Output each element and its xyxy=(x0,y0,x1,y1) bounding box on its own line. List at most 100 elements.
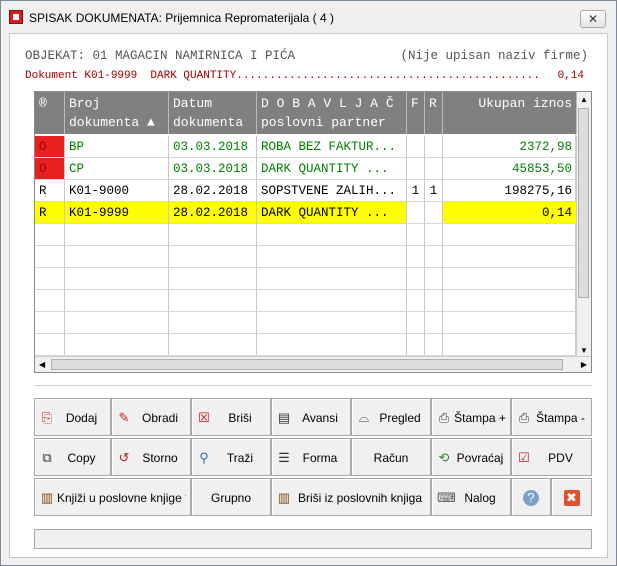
cell-broj: CP xyxy=(65,158,169,180)
grupno-button[interactable]: Grupno xyxy=(191,478,271,516)
cell-f xyxy=(407,158,425,180)
table-row[interactable]: R K01-9000 28.02.2018 SOPSTVENE ZALIH... 1 1 1… xyxy=(35,180,577,202)
forma-button[interactable]: ☰ Forma xyxy=(271,438,351,476)
cell-datum xyxy=(169,224,257,246)
button-label: Dodaj xyxy=(65,411,98,425)
avansi-button[interactable]: ▤ Avansi xyxy=(271,398,351,436)
button-label: Briši xyxy=(228,411,252,425)
documents-grid[interactable]: ▲ ▼ ◀ ▶ ® Broj dokumenta ▲ Datum dokumenta D … xyxy=(34,91,592,373)
column-header-r[interactable]: R xyxy=(425,92,443,134)
cell-f: 1 xyxy=(407,180,425,202)
cell-datum: 28.02.2018 xyxy=(169,202,257,224)
obradi-button[interactable]: ✎ Obradi xyxy=(111,398,191,436)
cell-f xyxy=(407,312,425,334)
cell-r xyxy=(425,224,443,246)
column-header-iznos[interactable]: Ukupan iznos xyxy=(443,92,577,134)
table-row-empty[interactable] xyxy=(35,246,577,268)
check-icon: ☑ xyxy=(518,450,530,465)
horizontal-scroll-thumb[interactable] xyxy=(51,359,563,370)
separator xyxy=(34,385,592,386)
cell-iznos xyxy=(443,334,577,356)
table-row[interactable]: R K01-9999 28.02.2018 DARK QUANTITY ... 0,14 xyxy=(35,202,577,224)
briši-button[interactable]: ☒ Briši xyxy=(191,398,271,436)
printer-icon: ⎙ xyxy=(438,410,450,425)
cell-iznos xyxy=(443,290,577,312)
glasses-icon: ⌓ xyxy=(358,410,370,425)
cell-f xyxy=(407,268,425,290)
cell-datum: 03.03.2018 xyxy=(169,136,257,158)
cell-broj xyxy=(65,268,169,290)
štampa-button[interactable]: ⎙ Štampa - xyxy=(511,398,592,436)
cell-f xyxy=(407,246,425,268)
table-row-empty[interactable] xyxy=(35,268,577,290)
cell-dobavljac: DARK QUANTITY ... xyxy=(257,158,407,180)
knjiži-u-poslovne-knjige-button[interactable]: ▥ Knjiži u poslovne knjige * xyxy=(34,478,191,516)
scroll-right-icon[interactable]: ▶ xyxy=(581,360,587,369)
main-window: SPISAK DOKUMENATA: Prijemnica Repromater… xyxy=(0,0,617,566)
briši-iz-poslovnih-knjiga-button[interactable]: ▥ Briši iz poslovnih knjiga xyxy=(271,478,431,516)
column-header-line1: D O B A V L J A Č xyxy=(261,96,394,111)
button-label: Obradi xyxy=(141,411,179,425)
vertical-scrollbar[interactable]: ▲ ▼ xyxy=(575,92,591,358)
cell-f xyxy=(407,290,425,312)
cell-mark xyxy=(35,268,65,290)
status-bar xyxy=(34,529,592,549)
table-row-empty[interactable] xyxy=(35,334,577,356)
button-label: Povraćaj xyxy=(456,451,504,465)
horizontal-scrollbar[interactable]: ◀ ▶ xyxy=(35,356,591,372)
copy-button[interactable]: ⧉ Copy xyxy=(34,438,111,476)
cell-f xyxy=(407,224,425,246)
cell-iznos: 198275,16 xyxy=(443,180,577,202)
return-icon: ⟲ xyxy=(438,450,450,465)
cell-iznos: 2372,98 xyxy=(443,136,577,158)
button-label: Copy xyxy=(67,451,96,465)
nalog-button[interactable]: ⌨ Nalog xyxy=(431,478,511,516)
vertical-scroll-thumb[interactable] xyxy=(578,108,589,298)
table-row-empty[interactable] xyxy=(35,224,577,246)
title-bar: SPISAK DOKUMENATA: Prijemnica Repromater… xyxy=(1,1,616,33)
račun-button[interactable]: Račun xyxy=(351,438,431,476)
window-close-button[interactable]: ✕ xyxy=(580,10,606,28)
column-header-f[interactable]: F xyxy=(407,92,425,134)
cell-dobavljac xyxy=(257,334,407,356)
cell-r xyxy=(425,202,443,224)
cell-broj: BP xyxy=(65,136,169,158)
column-header-datum[interactable]: Datum dokumenta xyxy=(169,92,257,134)
column-header-broj[interactable]: Broj dokumenta ▲ xyxy=(65,92,169,134)
cell-iznos xyxy=(443,268,577,290)
cell-iznos: 0,14 xyxy=(443,202,577,224)
štampa-button[interactable]: ⎙ Štampa + xyxy=(431,398,511,436)
help-button[interactable]: ? xyxy=(511,478,551,516)
scroll-up-icon[interactable]: ▲ xyxy=(580,95,588,104)
cell-broj: K01-9999 xyxy=(65,202,169,224)
table-row-empty[interactable] xyxy=(35,312,577,334)
pregled-button[interactable]: ⌓ Pregled xyxy=(351,398,431,436)
column-header-line1: Ukupan iznos xyxy=(478,96,572,111)
table-row-empty[interactable] xyxy=(35,290,577,312)
add-doc-icon: ⎘ xyxy=(41,410,53,425)
help-icon: ? xyxy=(523,490,539,506)
scroll-left-icon[interactable]: ◀ xyxy=(39,360,45,369)
cell-mark xyxy=(35,312,65,334)
cell-mark: R xyxy=(35,180,65,202)
cell-dobavljac: ROBA BEZ FAKTUR... xyxy=(257,136,407,158)
dodaj-button[interactable]: ⎘ Dodaj xyxy=(34,398,111,436)
cell-broj: K01-9000 xyxy=(65,180,169,202)
cell-r xyxy=(425,268,443,290)
column-header-dobavljac[interactable]: D O B A V L J A Č poslovni partner xyxy=(257,92,407,134)
cell-dobavljac: DARK QUANTITY ... xyxy=(257,202,407,224)
button-label: Štampa - xyxy=(536,411,585,425)
pdv-button[interactable]: ☑ PDV xyxy=(511,438,592,476)
column-header-line1: ® xyxy=(39,96,47,111)
traži-button[interactable]: ⚲ Traži xyxy=(191,438,271,476)
cell-datum: 03.03.2018 xyxy=(169,158,257,180)
close-button[interactable]: ✖ xyxy=(551,478,592,516)
column-header-mark[interactable]: ® xyxy=(35,92,65,134)
storno-button[interactable]: ↺ Storno xyxy=(111,438,191,476)
povraćaj-button[interactable]: ⟲ Povraćaj xyxy=(431,438,511,476)
table-row[interactable]: O BP 03.03.2018 ROBA BEZ FAKTUR... 2372,98 xyxy=(35,136,577,158)
scroll-down-icon[interactable]: ▼ xyxy=(580,346,588,355)
column-header-line1: R xyxy=(429,96,437,111)
cell-dobavljac xyxy=(257,224,407,246)
table-row[interactable]: O CP 03.03.2018 DARK QUANTITY ... 45853,50 xyxy=(35,158,577,180)
